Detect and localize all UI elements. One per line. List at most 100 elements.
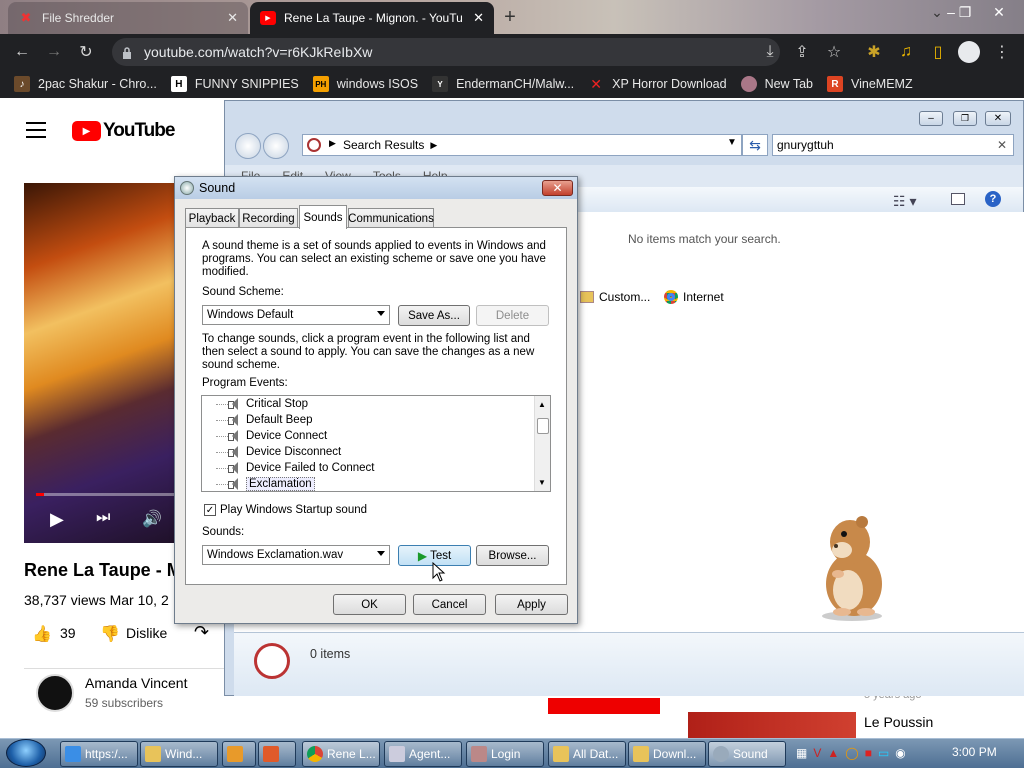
taskbar-item-app[interactable] [258, 741, 296, 767]
close-icon[interactable]: ✕ [985, 111, 1011, 126]
search-custom-link[interactable]: Custom... [580, 290, 650, 304]
install-icon[interactable]: ⤓ [758, 40, 782, 64]
bookmark-2pac[interactable]: ♪ 2pac Shakur - Chro... [14, 76, 157, 92]
tab-communications[interactable]: Communications [348, 208, 434, 228]
breadcrumb[interactable]: Search Results [343, 138, 424, 152]
taskbar-item-chrome[interactable]: Rene L... [302, 741, 380, 767]
related-video-title[interactable]: Le Poussin [864, 714, 933, 730]
tray-app-icon[interactable]: ▲ [827, 746, 839, 760]
related-video-thumbnail[interactable] [688, 712, 856, 738]
search-internet-link[interactable]: Internet [664, 290, 724, 304]
tray-app-icon[interactable]: ■ [865, 746, 872, 760]
forward-circle-icon[interactable] [263, 133, 289, 159]
tray-app-icon[interactable]: ▭ [878, 746, 889, 760]
taskbar-item-all-data[interactable]: All Dat... [548, 741, 626, 767]
share-arrow-icon[interactable]: ↷ [194, 622, 209, 643]
program-events-list[interactable]: Critical Stop Default Beep Device Connec… [201, 395, 551, 492]
new-tab-button[interactable]: + [500, 6, 520, 28]
list-item[interactable]: Default Beep [202, 412, 532, 428]
dislike-button[interactable]: Dislike [126, 625, 167, 641]
close-window-icon[interactable]: ✕ [982, 0, 1016, 24]
play-icon[interactable]: ▶ [50, 509, 64, 530]
reload-icon[interactable]: ↻ [74, 40, 98, 64]
volume-icon[interactable]: 🔊 [142, 509, 162, 529]
dialog-title-bar[interactable]: Sound [175, 177, 577, 199]
bookmark-funny-snippies[interactable]: H FUNNY SNIPPIES [170, 76, 299, 92]
browse-button[interactable]: Browse... [476, 545, 549, 566]
delete-button[interactable]: Delete [476, 305, 549, 326]
view-options-icon[interactable]: ☷ ▾ [893, 193, 916, 210]
explorer-address-bar[interactable]: ▶ Search Results ▶ ▼ [302, 134, 742, 156]
preview-pane-icon[interactable] [951, 193, 965, 205]
thumbs-down-icon[interactable]: 👎 [100, 624, 120, 644]
address-bar[interactable]: youtube.com/watch?v=r6KJkReIbXw [112, 38, 780, 66]
bookmark-xp-horror[interactable]: ✕ XP Horror Download [588, 76, 726, 92]
menu-dots-icon[interactable]: ⋮ [990, 40, 1014, 64]
side-panel-icon[interactable]: ▯ [926, 40, 950, 64]
thumbs-up-icon[interactable]: 👍 [32, 624, 52, 644]
ok-button[interactable]: OK [333, 594, 406, 615]
taskbar-item-browser[interactable]: https:/... [60, 741, 138, 767]
media-icon[interactable]: ♫ [894, 40, 918, 64]
address-dropdown-icon[interactable]: ▼ [727, 137, 737, 148]
tab-sounds[interactable]: Sounds [299, 205, 347, 229]
events-scrollbar[interactable]: ▲ ▼ [534, 396, 550, 491]
apply-button[interactable]: Apply [495, 594, 568, 615]
channel-avatar[interactable] [36, 674, 74, 712]
save-as-button[interactable]: Save As... [398, 305, 470, 326]
bookmark-endermanch[interactable]: Y EndermanCH/Malw... [432, 76, 574, 92]
scroll-up-icon[interactable]: ▲ [538, 400, 546, 409]
subscribe-button[interactable] [548, 698, 660, 714]
tab-playback[interactable]: Playback [185, 208, 239, 228]
bookmark-new-tab[interactable]: New Tab [740, 76, 813, 92]
tray-app-icon[interactable]: ◉ [895, 746, 905, 760]
taskbar-item-media[interactable] [222, 741, 256, 767]
sound-file-select[interactable]: Windows Exclamation.wav [202, 545, 390, 565]
list-item-selected[interactable]: Exclamation [202, 476, 532, 491]
taskbar-item-windows[interactable]: Wind... [140, 741, 218, 767]
youtube-logo[interactable]: ▶ YouTube [72, 120, 175, 142]
taskbar-item-sound[interactable]: Sound [708, 741, 786, 767]
clear-search-icon[interactable]: ✕ [997, 138, 1007, 152]
scroll-down-icon[interactable]: ▼ [538, 478, 546, 487]
extensions-icon[interactable]: ✱ [862, 40, 886, 64]
restore-icon[interactable]: ❐ [948, 0, 982, 24]
tab-youtube[interactable]: ▶ Rene La Taupe - Mignon. - YouTu ✕ [250, 2, 494, 34]
close-dialog-button[interactable]: ✕ [542, 180, 573, 196]
list-item[interactable]: Device Failed to Connect [202, 460, 532, 476]
back-arrow-icon[interactable]: ← [10, 40, 34, 64]
bookmark-windows-isos[interactable]: PH windows ISOS [312, 76, 418, 92]
tray-app-icon[interactable]: ▦ [796, 746, 807, 760]
close-tab-icon[interactable]: ✕ [219, 10, 238, 26]
list-item[interactable]: Device Disconnect [202, 444, 532, 460]
tray-app-icon[interactable]: V [813, 746, 821, 760]
sound-scheme-select[interactable]: Windows Default [202, 305, 390, 325]
bookmark-vinememz[interactable]: R VineMEMZ [827, 76, 913, 92]
clock[interactable]: 3:00 PM [952, 745, 997, 759]
close-tab-icon[interactable]: ✕ [465, 10, 484, 26]
explorer-search-input[interactable]: gnurygttuh ✕ [772, 134, 1014, 156]
start-button[interactable] [6, 739, 46, 767]
taskbar-item-agent[interactable]: Agent... [384, 741, 462, 767]
scroll-thumb[interactable] [537, 418, 549, 434]
list-item[interactable]: Critical Stop [202, 396, 532, 412]
profile-avatar-icon[interactable] [958, 41, 980, 63]
list-item[interactable]: Device Connect [202, 428, 532, 444]
tab-recording[interactable]: Recording [239, 208, 298, 228]
startup-sound-checkbox[interactable]: ✓ [204, 504, 216, 516]
cancel-button[interactable]: Cancel [413, 594, 486, 615]
next-icon[interactable]: ⏭ [96, 509, 110, 527]
minimize-icon[interactable]: – [919, 111, 943, 126]
forward-arrow-icon[interactable]: → [42, 40, 66, 64]
tray-app-icon[interactable]: ◯ [845, 746, 858, 760]
maximize-icon[interactable]: ❐ [953, 111, 977, 126]
taskbar-item-login[interactable]: Login [466, 741, 544, 767]
help-icon[interactable]: ? [985, 191, 1001, 207]
taskbar-item-downloads[interactable]: Downl... [628, 741, 706, 767]
refresh-icon[interactable]: ⇆ [742, 134, 768, 156]
channel-name[interactable]: Amanda Vincent [85, 675, 187, 691]
share-icon[interactable]: ⇪ [790, 40, 814, 64]
star-icon[interactable]: ☆ [822, 40, 846, 64]
tab-file-shredder[interactable]: ✖ File Shredder ✕ [8, 2, 248, 34]
hamburger-menu-icon[interactable] [26, 122, 46, 138]
